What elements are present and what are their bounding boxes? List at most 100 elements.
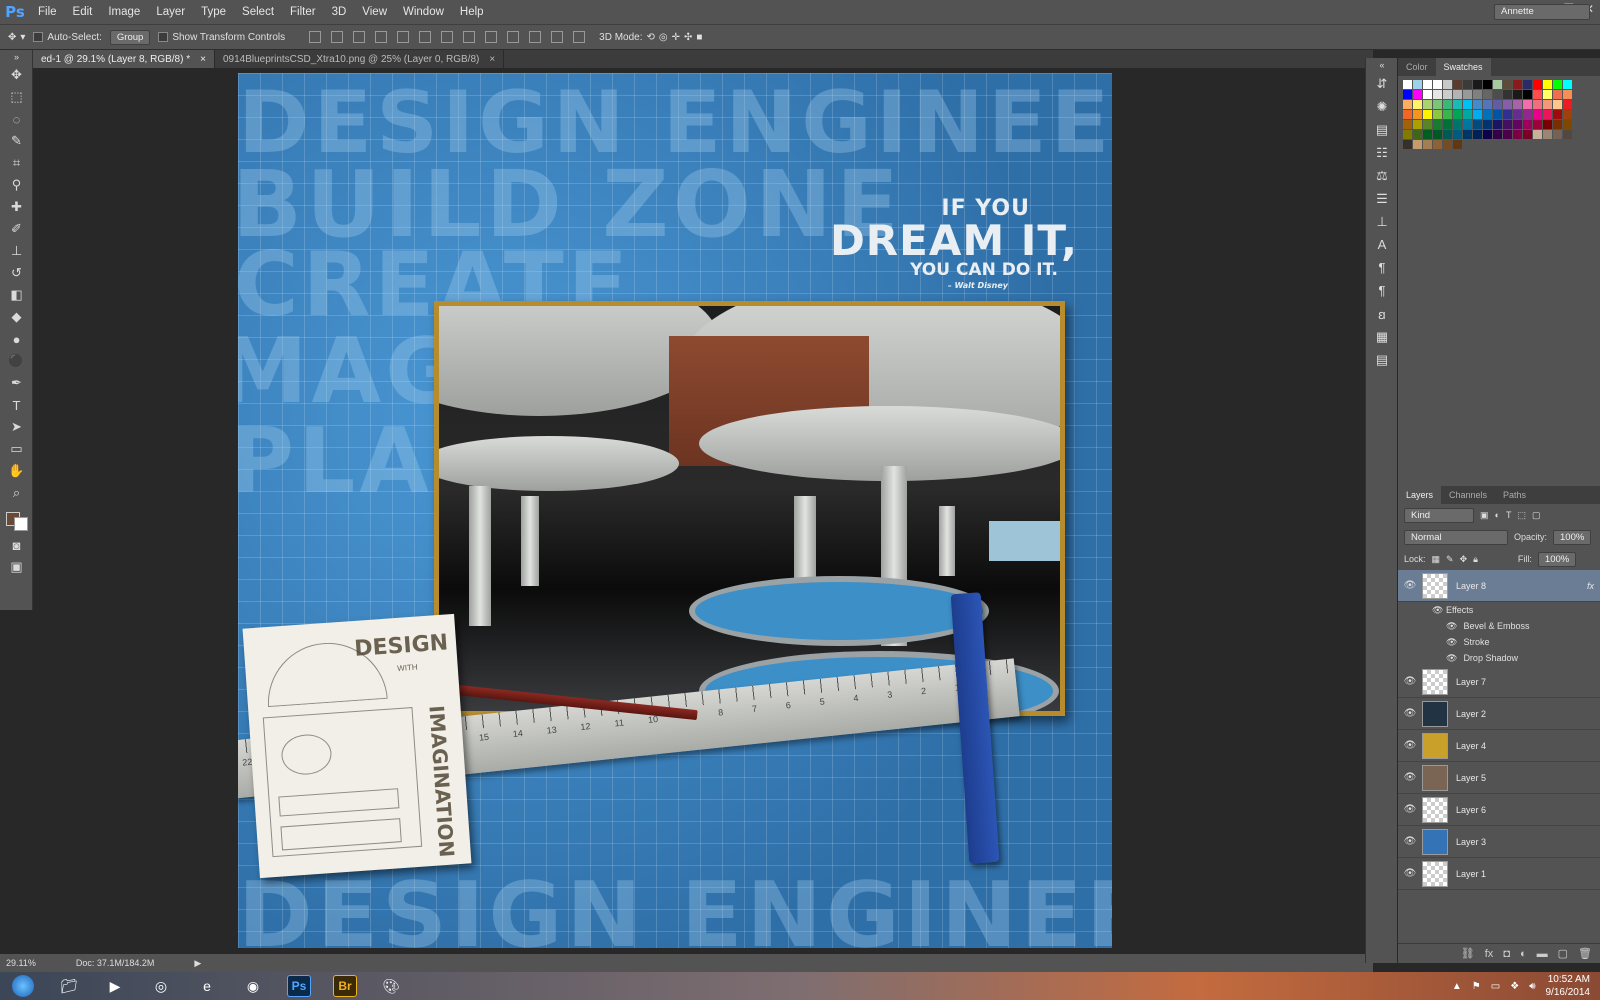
background-color[interactable] — [13, 517, 28, 531]
3d-scale-icon[interactable]: ■ — [696, 32, 702, 43]
color-swatch[interactable] — [1483, 130, 1492, 139]
color-swatch[interactable] — [1403, 100, 1412, 109]
character-styles-icon[interactable]: ꞛ — [1366, 302, 1398, 325]
color-swatch[interactable] — [1563, 120, 1572, 129]
color-swatch[interactable] — [1403, 120, 1412, 129]
crop-tool-icon[interactable]: ⌗ — [0, 152, 33, 174]
menu-filter[interactable]: Filter — [282, 0, 324, 24]
doc-size[interactable]: Doc: 37.1M/184.2M — [76, 958, 155, 968]
start-button[interactable] — [0, 972, 46, 1000]
network-icon[interactable]: ▭ — [1491, 981, 1500, 992]
distribute-hcenter-icon[interactable] — [529, 31, 542, 43]
document-canvas[interactable]: DESIGN ENGINEER BUILD ZONE CREATE MAGINE… — [238, 73, 1112, 948]
color-swatch[interactable] — [1453, 140, 1462, 149]
color-swatch[interactable] — [1493, 90, 1502, 99]
tools-collapse-icon[interactable]: » — [0, 50, 33, 64]
color-swatch[interactable] — [1493, 120, 1502, 129]
3d-rotate-icon[interactable]: ⟲ — [647, 32, 655, 43]
eraser-tool-icon[interactable]: ◧ — [0, 284, 33, 306]
tab-layers[interactable]: Layers — [1398, 486, 1442, 504]
type-tool-icon[interactable]: T — [0, 394, 33, 416]
delete-layer-icon[interactable]: 🗑︎ — [1578, 947, 1592, 960]
visibility-eye-icon[interactable]: 👁︎ — [1398, 676, 1422, 687]
color-swatch[interactable] — [1483, 100, 1492, 109]
effect-row[interactable]: 👁︎ Drop Shadow — [1398, 650, 1600, 666]
color-swatch[interactable] — [1483, 110, 1492, 119]
color-swatch[interactable] — [1493, 110, 1502, 119]
notes-panel-icon[interactable]: ▦ — [1366, 325, 1398, 348]
visibility-eye-icon[interactable]: 👁︎ — [1432, 605, 1443, 616]
layer-row[interactable]: 👁︎ Layer 3 — [1398, 826, 1600, 858]
add-mask-icon[interactable]: ◘ — [1503, 948, 1510, 960]
move-tool-preset[interactable]: ✥ ▾ — [8, 32, 25, 43]
align-hcenter-icon[interactable] — [397, 31, 410, 43]
dodge-tool-icon[interactable]: ⚫ — [0, 350, 33, 372]
color-swatch[interactable] — [1533, 130, 1542, 139]
clock[interactable]: 10:52 AM 9/16/2014 — [1546, 973, 1591, 999]
color-swatch[interactable] — [1493, 130, 1502, 139]
color-swatch[interactable] — [1403, 80, 1412, 89]
color-swatch[interactable] — [1503, 90, 1512, 99]
zoom-tool-icon[interactable]: ⌕ — [0, 482, 33, 504]
rectangle-tool-icon[interactable]: ▭ — [0, 438, 33, 460]
color-swatch[interactable] — [1513, 100, 1522, 109]
menu-view[interactable]: View — [354, 0, 395, 24]
color-swatch[interactable] — [1433, 80, 1442, 89]
color-swatch[interactable] — [1563, 100, 1572, 109]
lock-position-icon[interactable]: ✥ — [1460, 554, 1468, 565]
color-swatch[interactable] — [1443, 140, 1452, 149]
color-swatch[interactable] — [1433, 100, 1442, 109]
color-swatch[interactable] — [1473, 110, 1482, 119]
fill-input[interactable]: 100% — [1537, 551, 1577, 567]
tab-swatches[interactable]: Swatches — [1435, 58, 1491, 76]
color-swatch[interactable] — [1413, 90, 1422, 99]
color-swatch[interactable] — [1493, 80, 1502, 89]
filter-smart-icon[interactable]: ▢ — [1532, 510, 1541, 521]
color-swatch[interactable] — [1463, 80, 1472, 89]
color-swatch[interactable] — [1453, 100, 1462, 109]
blueprint-card[interactable]: DESIGN WITH IMAGINATION — [242, 613, 472, 879]
tab-color[interactable]: Color — [1398, 58, 1436, 76]
color-swatch[interactable] — [1423, 140, 1432, 149]
color-swatch[interactable] — [1523, 120, 1532, 129]
color-swatch[interactable] — [1463, 90, 1472, 99]
ie-taskbar-icon[interactable]: e — [184, 972, 230, 1000]
color-swatch[interactable] — [1563, 90, 1572, 99]
color-swatch[interactable] — [1443, 110, 1452, 119]
menu-3d[interactable]: 3D — [324, 0, 355, 24]
visibility-eye-icon[interactable]: 👁︎ — [1398, 804, 1422, 815]
layer-row[interactable]: 👁︎ Layer 5 — [1398, 762, 1600, 794]
color-swatch[interactable] — [1443, 130, 1452, 139]
color-swatch[interactable] — [1413, 140, 1422, 149]
distribute-right-icon[interactable] — [551, 31, 564, 43]
color-swatch[interactable] — [1553, 130, 1562, 139]
blur-tool-icon[interactable]: ● — [0, 328, 33, 350]
color-swatch[interactable] — [1533, 110, 1542, 119]
layer-row[interactable]: 👁︎ Layer 2 — [1398, 698, 1600, 730]
adjustment-layer-icon[interactable]: ◐ — [1520, 948, 1527, 960]
color-swatch[interactable] — [1413, 130, 1422, 139]
filter-type-icon[interactable]: T — [1506, 510, 1512, 520]
screen-mode-icon[interactable]: ▣ — [0, 556, 33, 578]
color-swatch[interactable] — [1463, 110, 1472, 119]
effect-row[interactable]: 👁︎ Stroke — [1398, 634, 1600, 650]
menu-window[interactable]: Window — [395, 0, 452, 24]
explorer-taskbar-icon[interactable]: 📁︎ — [46, 972, 92, 1000]
color-swatch[interactable] — [1453, 80, 1462, 89]
color-swatch[interactable] — [1463, 120, 1472, 129]
color-swatch[interactable] — [1423, 90, 1432, 99]
align-bottom-icon[interactable] — [353, 31, 366, 43]
3d-slide-icon[interactable]: ✣ — [684, 32, 692, 43]
tab-paths[interactable]: Paths — [1495, 486, 1534, 504]
volume-icon[interactable]: 🔊︎ — [1529, 981, 1535, 992]
align-left-icon[interactable] — [375, 31, 388, 43]
align-top-icon[interactable] — [309, 31, 322, 43]
path-selection-tool-icon[interactable]: ➤ — [0, 416, 33, 438]
paint-bucket-tool-icon[interactable]: ◆ — [0, 306, 33, 328]
color-swatch[interactable] — [1413, 100, 1422, 109]
brush-panel-icon[interactable]: ▤ — [1366, 118, 1398, 141]
lock-transparent-icon[interactable]: ▦ — [1432, 554, 1441, 565]
lock-all-icon[interactable]: 🔒︎ — [1473, 554, 1478, 565]
color-swatch[interactable] — [1563, 80, 1572, 89]
menu-edit[interactable]: Edit — [65, 0, 101, 24]
